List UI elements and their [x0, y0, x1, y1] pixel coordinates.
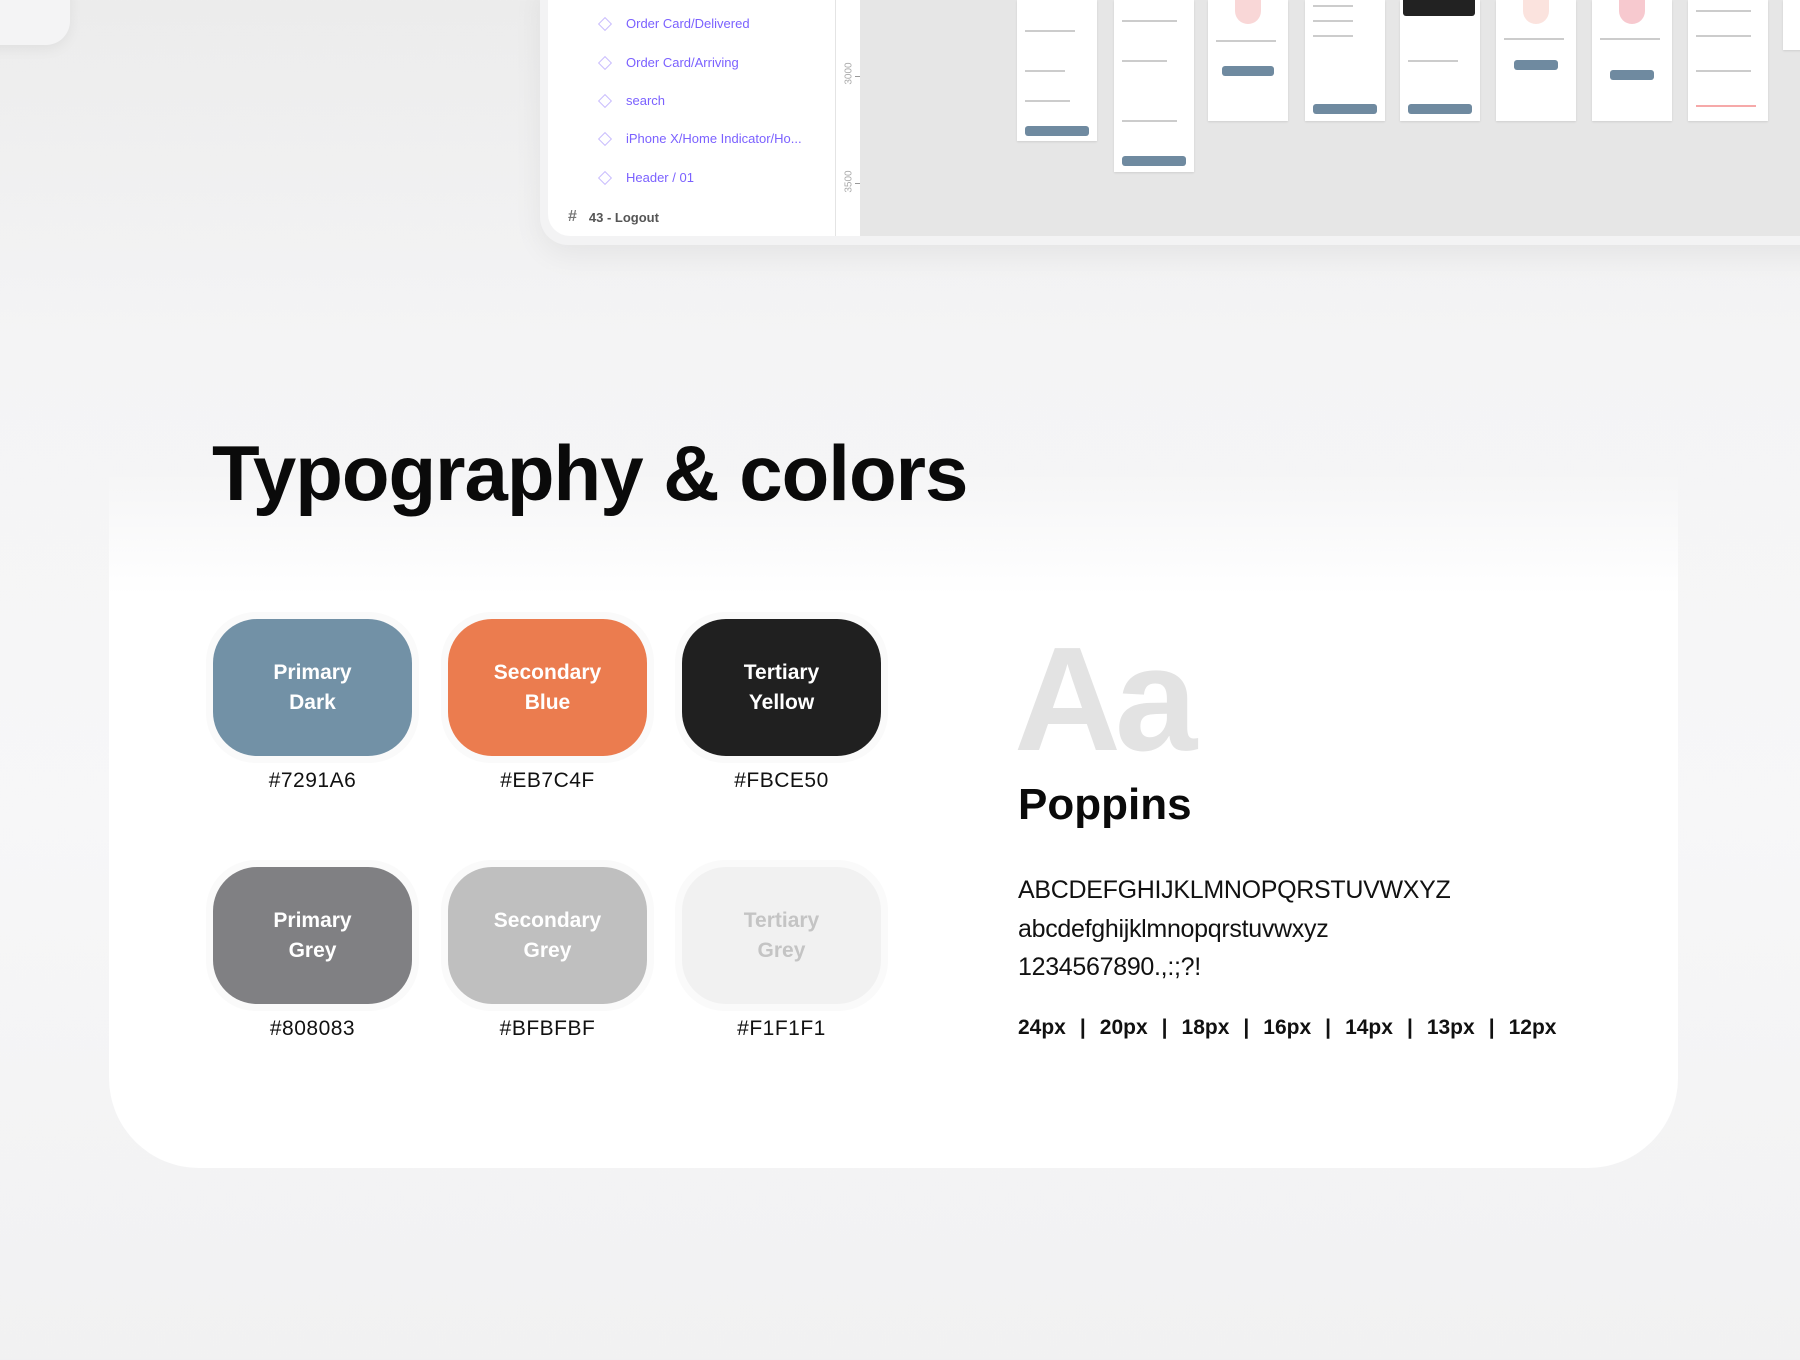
numeral-glyphs: 1234567890.,:;?!	[1018, 953, 1201, 981]
font-size: 12px	[1508, 1016, 1557, 1039]
phone-mockup	[1496, 0, 1576, 121]
lowercase-glyphs: abcdefghijklmnopqrstuvwxyz	[1018, 915, 1329, 943]
swatch-label: Secondary Grey	[448, 867, 647, 1004]
font-name: Poppins	[1018, 780, 1192, 829]
font-size: 13px	[1426, 1016, 1475, 1039]
ruler-mark: 3000	[843, 62, 855, 85]
color-hex: #808083	[269, 1017, 356, 1040]
swatch-label: Secondary Blue	[448, 619, 647, 756]
separator: |	[1406, 1016, 1413, 1039]
layer-item[interactable]: iPhone X/Home Indicator/Ho...	[596, 131, 802, 146]
vertical-ruler: 3000 3500	[835, 0, 860, 236]
component-diamond-icon	[597, 170, 613, 185]
frame-hash-icon: #	[568, 208, 577, 225]
swatch-label: Primary Dark	[213, 619, 412, 756]
swatch-label: Tertiary Grey	[682, 867, 881, 1004]
font-size: 18px	[1181, 1016, 1230, 1039]
font-size: 20px	[1099, 1016, 1148, 1039]
background-window-corner	[0, 0, 70, 45]
design-canvas[interactable]	[860, 0, 1800, 236]
separator: |	[1488, 1016, 1495, 1039]
color-swatch-secondary-blue: Secondary Blue	[441, 612, 654, 763]
component-diamond-icon	[597, 16, 613, 31]
font-size: 16px	[1263, 1016, 1312, 1039]
separator: |	[1161, 1016, 1168, 1039]
layer-item[interactable]: Order Card/Arriving	[596, 55, 739, 70]
frame-item-logout[interactable]: #43 - Logout	[568, 208, 659, 226]
phone-mockup	[1208, 0, 1288, 121]
separator: |	[1079, 1016, 1086, 1039]
layer-label: Header / 01	[626, 170, 694, 185]
phone-mockup	[1017, 0, 1097, 141]
swatch-label: Tertiary Yellow	[682, 619, 881, 756]
frame-label: 43 - Logout	[588, 209, 659, 225]
color-swatch-tertiary-yellow: Tertiary Yellow	[675, 612, 888, 763]
phone-mockup	[1783, 0, 1800, 50]
color-swatch-tertiary-grey: Tertiary Grey	[675, 860, 888, 1011]
color-swatch-primary-dark: Primary Dark	[206, 612, 419, 763]
layer-label: Order Card/Delivered	[626, 16, 750, 31]
layer-label: Order Card/Arriving	[626, 55, 739, 70]
phone-mockup	[1400, 0, 1480, 121]
layers-panel: Order Card/Delivered Order Card/Arriving…	[548, 0, 835, 236]
color-swatch-secondary-grey: Secondary Grey	[441, 860, 654, 1011]
phone-mockup	[1592, 0, 1672, 121]
phone-mockup	[1305, 0, 1385, 121]
color-hex: #EB7C4F	[500, 769, 595, 792]
font-sample-aa: Aa	[1014, 617, 1197, 782]
layer-item[interactable]: Header / 01	[596, 170, 694, 185]
layer-label: iPhone X/Home Indicator/Ho...	[626, 131, 802, 146]
color-hex: #BFBFBF	[499, 1017, 596, 1040]
uppercase-glyphs: ABCDEFGHIJKLMNOPQRSTUVWXYZ	[1018, 876, 1451, 904]
component-diamond-icon	[597, 93, 613, 108]
color-hex: #7291A6	[268, 769, 357, 792]
layer-item[interactable]: search	[596, 93, 665, 108]
phone-mockup	[1114, 0, 1194, 172]
color-hex: #FBCE50	[734, 769, 829, 792]
component-diamond-icon	[597, 55, 613, 70]
ruler-mark: 3500	[843, 170, 855, 193]
layer-item[interactable]: Order Card/Delivered	[596, 16, 750, 31]
color-hex: #F1F1F1	[737, 1017, 826, 1040]
typography-colors-card	[109, 470, 1678, 1168]
font-size: 24px	[1018, 1016, 1066, 1039]
phone-mockup	[1688, 0, 1768, 121]
section-title: Typography & colors	[212, 429, 968, 517]
component-diamond-icon	[597, 131, 613, 146]
color-swatch-primary-grey: Primary Grey	[206, 860, 419, 1011]
font-size: 14px	[1345, 1016, 1393, 1039]
separator: |	[1325, 1016, 1332, 1039]
font-size-scale: 24px | 20px | 18px | 16px | 14px | 13px | 12px	[1018, 1016, 1556, 1040]
swatch-label: Primary Grey	[213, 867, 412, 1004]
layer-label: search	[626, 93, 666, 108]
separator: |	[1243, 1016, 1250, 1039]
